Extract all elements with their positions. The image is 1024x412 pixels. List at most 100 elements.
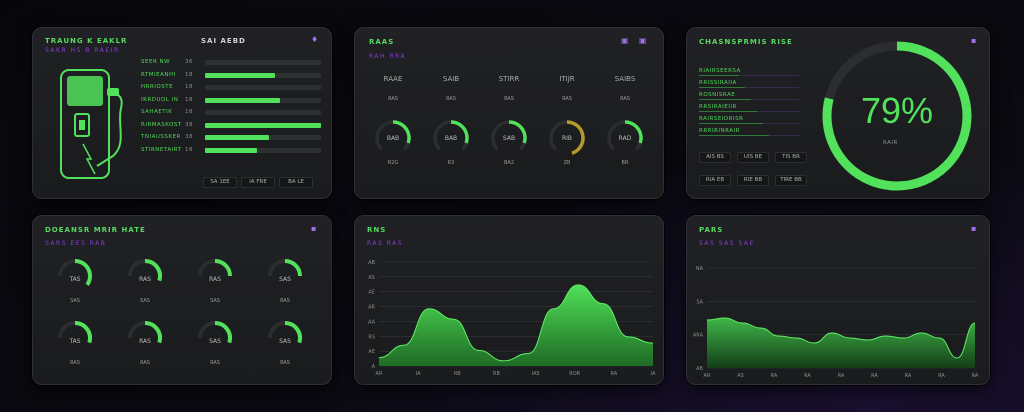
metric-line-fill (699, 111, 757, 112)
gauge-value: TAS (69, 338, 81, 345)
metric-line-fill (699, 75, 739, 76)
status-chip[interactable]: IA FRE (241, 177, 275, 188)
panel-title: PARS (699, 226, 724, 234)
more-icon[interactable]: ▪ (311, 224, 316, 233)
gauge-label: ZB (563, 160, 571, 166)
status-chip[interactable]: BA LE (279, 177, 313, 188)
status-chip[interactable]: AIS BS (699, 152, 731, 163)
x-tick-label: IA (416, 371, 421, 377)
y-tick-label: AB (696, 366, 703, 372)
panel-subtitle: SARS EES RAB (45, 240, 107, 247)
percent-value: 79% (860, 90, 934, 131)
x-tick-label: RB (493, 371, 500, 377)
metric-label: SAHAETIK (141, 109, 173, 115)
y-tick-label: A (372, 364, 376, 370)
metric-label: SEER NW (141, 59, 171, 65)
metric-label: RTMIEANHI (141, 71, 176, 78)
gauge-value: SAB (502, 135, 516, 142)
metric-bar (205, 110, 321, 115)
metric-bar (205, 72, 321, 78)
usage-chart-panel: PARS SAS SAS SAE ▪ NA SA ARA AB AR AS RA RA RA RA… (686, 215, 990, 385)
grid-icon[interactable]: ▣ (621, 36, 629, 45)
gauge-label: R2G (387, 160, 399, 166)
y-tick-label: AE (368, 290, 375, 296)
panel-subtitle: RAS RAS (367, 240, 404, 247)
status-chip[interactable]: RIE BB (737, 175, 769, 186)
gauge-subheading: RAS (446, 96, 456, 102)
area-fill (379, 284, 653, 366)
x-tick-label: AR (376, 371, 383, 377)
gauge-label: RAS (280, 360, 290, 366)
menu-icon[interactable]: ▣ (639, 36, 647, 45)
metric-bar (205, 122, 321, 128)
panel-header-mid: SAI AEBD (201, 37, 246, 45)
x-tick-label: RA (771, 373, 778, 379)
gauge-subheading: RAS (504, 96, 514, 102)
x-tick-label: AR (704, 373, 711, 379)
gauge-value: TAS (69, 276, 81, 283)
gauges-panel: RAAS RAH RRA ▣ ▣ RAAE RAS BAB R2G SAIB RAS BAB… (354, 27, 664, 199)
metric-bar-fill (205, 97, 281, 103)
status-chip[interactable]: RIA EB (699, 175, 731, 186)
gauge-value: SAS (279, 276, 291, 283)
panel-title: DOEANSR MRIR HATE (45, 226, 146, 234)
metric-value: 18 (185, 96, 193, 103)
gauge-heading: SAIB (442, 75, 460, 83)
status-chip[interactable]: SA 1EE (203, 177, 237, 188)
x-tick-label: RA (838, 373, 845, 379)
x-tick-label: RA (905, 373, 912, 379)
metric-line (699, 135, 799, 136)
metric-line (699, 99, 799, 100)
x-tick-label: ROR (569, 371, 580, 377)
metric-value: 18 (185, 84, 193, 90)
more-icon[interactable]: ▪ (971, 224, 976, 233)
metric-value: 38 (185, 134, 193, 140)
metric-bar (205, 147, 321, 153)
metric-line (699, 123, 799, 124)
metric-bar-fill (205, 72, 275, 78)
usage-chart: NA SA ARA ABAR AS RA RA RA RA RA RA RA (693, 266, 979, 379)
status-chip[interactable]: UIS BE (737, 152, 769, 163)
metric-value: 36 (185, 59, 193, 65)
gauge-value: RAS (139, 338, 151, 345)
gauge-caption: RAIR (883, 140, 898, 146)
metric-label: STIRNETAIRT (141, 146, 182, 153)
metric-label: RRSIRAIEIIR (699, 104, 737, 110)
gauge-subheading: RAS (562, 96, 572, 102)
y-tick-label: AS (368, 275, 375, 281)
gauge-value: BAB (386, 135, 400, 142)
metric-label: HRRIOSTE (141, 84, 174, 90)
metric-bar (205, 135, 321, 140)
y-tick-label: RS (368, 334, 375, 340)
metric-bar (205, 85, 321, 90)
metric-bar-fill (205, 122, 321, 128)
metric-line-fill (699, 87, 745, 88)
metric-value: 18 (185, 71, 193, 78)
metric-label: ROSNISRAE (699, 92, 736, 98)
station-gauges-panel: DOEANSR MRIR HATE SARS EES RAB ▪ TAS SAS R… (32, 215, 332, 385)
y-tick-label: AR (368, 305, 375, 311)
x-tick-label: RA (938, 373, 945, 379)
status-chip[interactable]: TIS BR (775, 152, 807, 163)
area-fill (707, 318, 975, 368)
metric-label: TNIAUSSKER (141, 134, 181, 140)
metric-line-fill (699, 99, 751, 100)
panel-title: RNS (367, 226, 387, 234)
gauge-value: SAS (209, 338, 221, 345)
gauge-label: R3 (447, 160, 455, 166)
metric-value: 38 (185, 121, 193, 128)
y-tick-label: AB (368, 260, 375, 266)
gauge-heading: SAIBS (614, 75, 636, 83)
panel-title: TRAUNG K EAKLR (45, 37, 128, 45)
panel-subtitle: RAH RRA (369, 53, 407, 60)
panel-subtitle: SAKR HS B RAEIR (45, 47, 120, 54)
status-chip[interactable]: TIRE BB (775, 175, 807, 186)
battery-icon[interactable]: ♦ (311, 35, 318, 44)
y-tick-label: AA (368, 319, 376, 325)
metric-line-fill (699, 135, 769, 136)
metric-label: RRISSIRAIIA (699, 80, 737, 86)
gauge-value: BAB (444, 135, 458, 142)
metric-label: RIAIRSEERSA (699, 68, 741, 74)
gauge-heading: RAAE (383, 75, 403, 83)
gauge-label: SAS (210, 298, 220, 304)
